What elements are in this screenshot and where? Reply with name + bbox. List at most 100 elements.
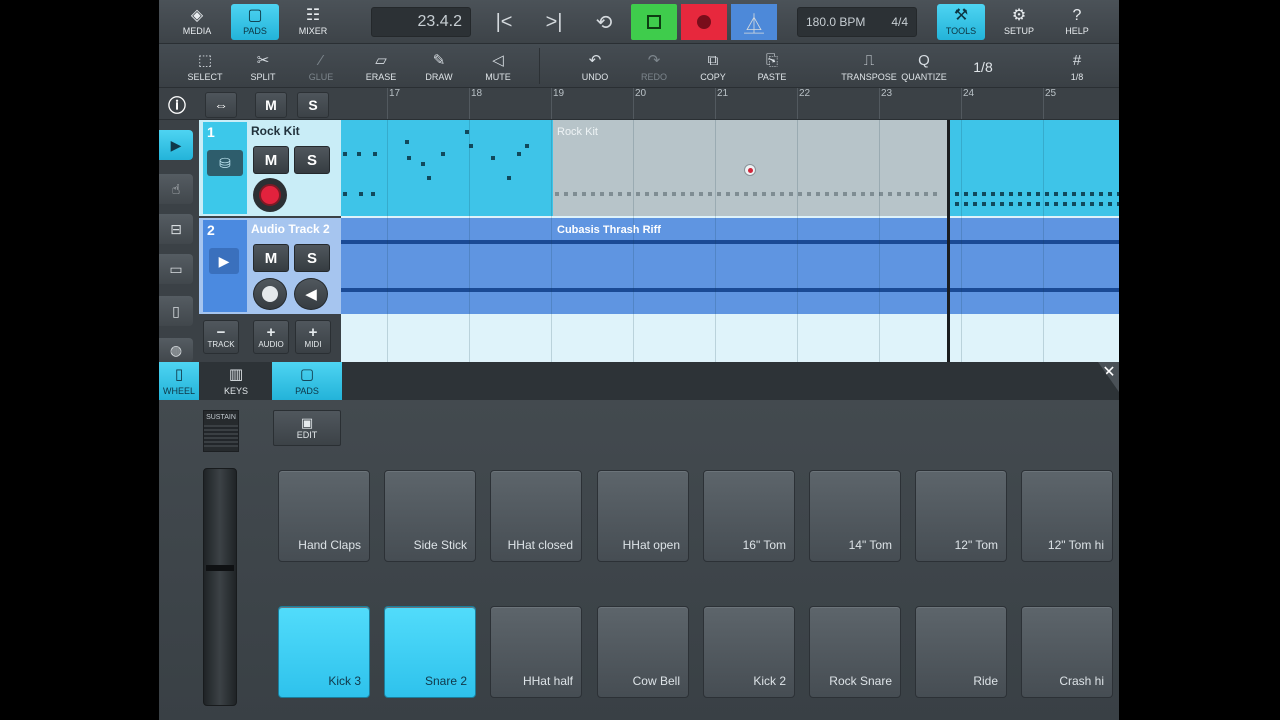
drum-pad[interactable]: 12" Tom hi xyxy=(1021,470,1113,562)
mixer-button[interactable]: ☷ MIXER xyxy=(289,4,337,40)
help-button[interactable]: ? HELP xyxy=(1053,4,1101,40)
sustain-button[interactable]: SUSTAIN xyxy=(203,410,239,452)
transpose-button[interactable]: ⎍ TRANSPOSE xyxy=(839,49,899,85)
position-display[interactable]: 23.4.2 xyxy=(371,7,471,37)
track-2-mute-button[interactable]: M xyxy=(253,244,289,272)
piano-icon: ▥ xyxy=(228,365,244,383)
arrange-view[interactable]: Rock Kit Cubasis Thrash Riff xyxy=(341,120,1119,362)
drum-pad[interactable]: HHat half xyxy=(490,606,582,698)
select-tool[interactable]: ⬚ SELECT xyxy=(179,49,231,85)
skip-forward-button[interactable]: >| xyxy=(531,4,577,40)
pads-button[interactable]: ▢ PADS xyxy=(231,4,279,40)
stop-button[interactable] xyxy=(631,4,677,40)
setup-button[interactable]: ⚙ SETUP xyxy=(995,4,1043,40)
drum-pad[interactable]: Kick 2 xyxy=(703,606,795,698)
mute-tool[interactable]: ◁ MUTE xyxy=(472,49,524,85)
midi-note xyxy=(1018,192,1022,196)
track-1-record-arm-button[interactable] xyxy=(253,178,287,212)
midi-note xyxy=(1027,202,1031,206)
tempo-display[interactable]: 180.0 BPM 4/4 xyxy=(797,7,917,37)
track-2-solo-button[interactable]: S xyxy=(294,244,330,272)
drum-pad[interactable]: Snare 2 xyxy=(384,606,476,698)
drum-pad[interactable]: Crash hi xyxy=(1021,606,1113,698)
media-button[interactable]: ◈ MEDIA xyxy=(173,4,221,40)
timeline-ruler[interactable]: 17 18 19 20 21 22 23 24 25 xyxy=(341,88,1119,120)
fx-button[interactable]: ⊟ xyxy=(159,214,193,244)
grid-button[interactable]: #1/8 xyxy=(1051,49,1103,85)
pad-label: 16" Tom xyxy=(742,538,786,552)
rewind-to-start-button[interactable]: |< xyxy=(481,4,527,40)
track-2-monitor-button[interactable]: ◀ xyxy=(294,278,328,310)
track-header-1[interactable]: 1 ⛁ Rock Kit M S xyxy=(199,120,341,216)
midi-note xyxy=(609,192,613,196)
redo-button[interactable]: ↷ REDO xyxy=(628,49,680,85)
quantize-value-selector[interactable]: 1/8 xyxy=(957,49,1009,85)
track-header-2[interactable]: 2 ▶ Audio Track 2 M S ◀ xyxy=(199,218,341,314)
drum-pad[interactable]: Kick 3 xyxy=(278,606,370,698)
add-track-row: − TRACK + AUDIO + MIDI xyxy=(199,316,341,362)
undo-button[interactable]: ↶ UNDO xyxy=(569,49,621,85)
tab-wheel[interactable]: ▯ WHEEL xyxy=(159,362,199,400)
global-mute-button[interactable]: M xyxy=(255,92,287,118)
edit-view-button[interactable]: ▭ xyxy=(159,254,193,284)
midi-note xyxy=(991,192,995,196)
bar-gridline xyxy=(551,120,552,362)
tab-pads[interactable]: ▢ PADS xyxy=(272,362,342,400)
drum-pad[interactable]: HHat closed xyxy=(490,470,582,562)
drum-pad[interactable]: Hand Claps xyxy=(278,470,370,562)
track-1-mute-button[interactable]: M xyxy=(253,146,289,174)
quantize-button[interactable]: Q QUANTIZE xyxy=(899,49,949,85)
fader-icon: ⊟ xyxy=(170,220,182,237)
channel-button[interactable]: ▯ xyxy=(159,296,193,326)
remove-track-button[interactable]: − TRACK xyxy=(203,320,239,354)
midi-note xyxy=(1099,202,1103,206)
pitch-wheel[interactable] xyxy=(203,468,237,706)
drum-pad[interactable]: 12" Tom xyxy=(915,470,1007,562)
track-2-record-arm-button[interactable] xyxy=(253,278,287,310)
drum-pad[interactable]: 16" Tom xyxy=(703,470,795,562)
tab-keys[interactable]: ▥ KEYS xyxy=(207,362,265,400)
grid-icon: # xyxy=(1072,51,1082,69)
midi-in-button[interactable]: ◍ xyxy=(159,338,193,362)
glue-tool[interactable]: ⁄ GLUE xyxy=(295,49,347,85)
midi-note xyxy=(991,202,995,206)
play-tool-button[interactable]: ▶ xyxy=(159,130,193,160)
global-solo-button[interactable]: S xyxy=(297,92,329,118)
midi-note xyxy=(1045,192,1049,196)
record-button[interactable] xyxy=(681,4,727,40)
track-name-1[interactable]: Rock Kit xyxy=(251,124,300,138)
add-audio-track-button[interactable]: + AUDIO xyxy=(253,320,289,354)
drum-pad[interactable]: Side Stick xyxy=(384,470,476,562)
cycle-button[interactable]: ⟲ xyxy=(581,4,627,40)
info-button[interactable]: ⓘ xyxy=(161,92,193,118)
playhead[interactable] xyxy=(947,120,950,362)
add-midi-track-button[interactable]: + MIDI xyxy=(295,320,331,354)
record-ring-icon xyxy=(262,286,278,302)
track-zoom-button[interactable]: ⇔ xyxy=(205,92,237,118)
midi-note xyxy=(699,192,703,196)
pad-label: Snare 2 xyxy=(424,674,467,688)
drum-pad[interactable]: Ride xyxy=(915,606,1007,698)
drum-pad[interactable]: Cow Bell xyxy=(597,606,689,698)
split-tool[interactable]: ✂ SPLIT xyxy=(237,49,289,85)
drum-pad[interactable]: HHat open xyxy=(597,470,689,562)
media-label: MEDIA xyxy=(182,26,212,36)
waveform-right xyxy=(341,288,1119,292)
drum-pad[interactable]: Rock Snare xyxy=(809,606,901,698)
track-name-2[interactable]: Audio Track 2 xyxy=(251,222,330,236)
drum-pad[interactable]: 14" Tom xyxy=(809,470,901,562)
close-panel-button[interactable]: ✕ xyxy=(1098,362,1119,392)
draw-tool[interactable]: ✎ DRAW xyxy=(413,49,465,85)
track-1-solo-button[interactable]: S xyxy=(294,146,330,174)
copy-button[interactable]: ⧉ COPY xyxy=(687,49,739,85)
pad-label: 12" Tom hi xyxy=(1047,538,1104,552)
left-tool-strip: ▶ ☝ ⊟ ▭ ▯ ◍ xyxy=(159,120,199,362)
paste-button[interactable]: ⎘ PASTE xyxy=(746,49,798,85)
edit-pads-button[interactable]: ▣ EDIT xyxy=(273,410,341,446)
pad-label: Kick 2 xyxy=(753,674,786,688)
tools-button[interactable]: ⚒ TOOLS xyxy=(937,4,985,40)
instrument-button[interactable]: ☝ xyxy=(159,174,193,204)
erase-tool[interactable]: ▱ ERASE xyxy=(355,49,407,85)
transpose-icon: ⎍ xyxy=(863,51,875,69)
metronome-button[interactable]: ⏅ xyxy=(731,4,777,40)
